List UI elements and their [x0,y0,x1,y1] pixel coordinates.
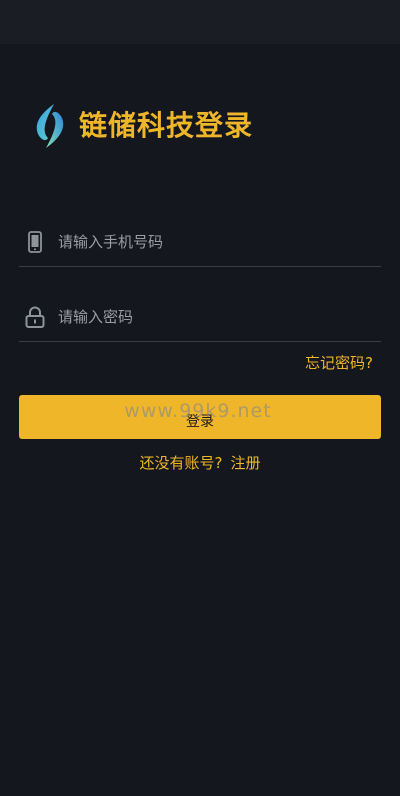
register-link[interactable]: 注册 [230,454,260,472]
password-field [19,293,381,342]
register-prompt-text: 还没有账号? [139,454,223,472]
page-title: 链储科技登录 [79,109,254,142]
phone-icon [23,230,47,254]
brand-leaf-logo-icon [36,104,64,148]
login-page: 链储科技登录 忘记密码? 登录 www.99k9.net 还没有账号?注册 [0,0,400,796]
forgot-password-link[interactable]: 忘记密码? [305,352,373,373]
register-prompt-row: 还没有账号? 注册 [0,452,400,473]
password-input[interactable] [58,297,381,337]
top-status-bar [0,0,400,44]
phone-input[interactable] [58,222,381,262]
login-button-label: 登录 [186,414,214,430]
login-button[interactable]: 登录 [19,395,381,439]
lock-icon [23,305,47,329]
phone-field [19,218,381,267]
brand-header: 链储科技登录 [32,102,253,150]
